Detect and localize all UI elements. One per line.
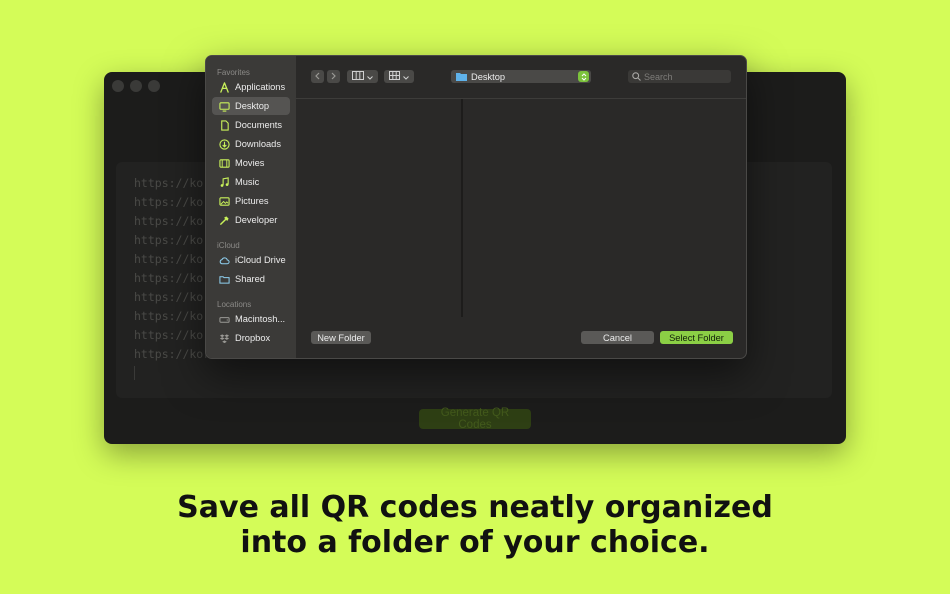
url-line: https://kor <box>134 347 211 361</box>
back-button[interactable] <box>311 70 324 83</box>
sidebar-item-label: Music <box>235 177 260 187</box>
updown-chevron-icon <box>578 71 589 82</box>
url-line: https://kor <box>134 176 211 190</box>
desktop-icon <box>217 99 231 113</box>
dialog-toolbar: Desktop <box>296 56 746 98</box>
document-icon <box>217 118 231 132</box>
sidebar-item-label: Desktop <box>235 101 270 111</box>
chevron-down-icon <box>403 72 409 82</box>
view-mode-button[interactable] <box>347 70 378 83</box>
columns-view-icon <box>352 71 364 82</box>
url-line: https://kor <box>134 195 211 209</box>
dialog-footer: New Folder Cancel Select Folder <box>296 316 746 358</box>
url-line: https://kor <box>134 233 211 247</box>
text-caret <box>134 366 135 380</box>
url-line: https://kor <box>134 214 211 228</box>
hammer-icon <box>217 213 231 227</box>
generate-qr-codes-button[interactable]: Generate QR Codes <box>419 407 531 431</box>
disk-icon <box>217 312 231 326</box>
chevron-right-icon <box>330 72 337 82</box>
sidebar-item-label: Documents <box>235 120 283 130</box>
sidebar-item-label: Movies <box>235 158 265 168</box>
search-icon <box>632 72 641 81</box>
dialog-sidebar: Favorites Applications Desktop Documents… <box>206 56 296 358</box>
sidebar-item-label: Pictures <box>235 196 269 206</box>
url-line: https://kor <box>134 252 211 266</box>
music-note-icon <box>217 175 231 189</box>
sidebar-item-label: Applications <box>235 82 286 92</box>
sidebar-item-label: Shared <box>235 274 265 284</box>
file-browser-columns[interactable] <box>296 98 746 317</box>
caption-line: into a folder of your choice. <box>240 525 710 560</box>
zoom-window-button[interactable] <box>148 80 160 92</box>
url-line: https://kor <box>134 271 211 285</box>
sidebar-item-label: Dropbox <box>235 333 271 343</box>
group-by-button[interactable] <box>384 70 414 83</box>
path-label: Desktop <box>471 71 506 82</box>
new-folder-button[interactable]: New Folder <box>311 331 371 344</box>
sidebar-item-movies[interactable]: Movies <box>212 154 290 172</box>
applications-icon <box>217 80 231 94</box>
path-dropdown[interactable]: Desktop <box>451 70 591 83</box>
sidebar-item-applications[interactable]: Applications <box>212 78 290 96</box>
locations-header: Locations <box>217 300 252 309</box>
url-line: https://kor <box>134 309 211 323</box>
sidebar-item-developer[interactable]: Developer <box>212 211 290 229</box>
select-folder-button[interactable]: Select Folder <box>660 331 733 344</box>
search-field[interactable] <box>628 70 731 83</box>
favorites-header: Favorites <box>217 68 250 77</box>
sidebar-item-desktop[interactable]: Desktop <box>212 97 290 115</box>
sidebar-item-label: Developer <box>235 215 278 225</box>
sidebar-item-pictures[interactable]: Pictures <box>212 192 290 210</box>
folder-icon <box>456 72 467 81</box>
url-line: https://kor <box>134 328 211 342</box>
sidebar-item-icloud-drive[interactable]: iCloud Drive <box>212 251 290 269</box>
grid-view-icon <box>389 71 400 82</box>
column-resize-handle[interactable] <box>461 99 463 317</box>
select-folder-dialog: Favorites Applications Desktop Documents… <box>205 55 747 359</box>
forward-button[interactable] <box>327 70 340 83</box>
sidebar-item-label: Macintosh... <box>235 314 286 324</box>
photo-icon <box>217 194 231 208</box>
close-window-button[interactable] <box>112 80 124 92</box>
sidebar-item-label: Downloads <box>235 139 281 149</box>
sidebar-item-downloads[interactable]: Downloads <box>212 135 290 153</box>
window-controls <box>112 80 160 92</box>
shared-folder-icon <box>217 272 231 286</box>
sidebar-item-label: iCloud Drive <box>235 255 286 265</box>
search-input[interactable] <box>644 71 724 82</box>
film-icon <box>217 156 231 170</box>
cancel-button[interactable]: Cancel <box>581 331 654 344</box>
icloud-header: iCloud <box>217 241 240 250</box>
cloud-icon <box>217 253 231 267</box>
url-line: https://kor <box>134 290 211 304</box>
sidebar-item-dropbox[interactable]: Dropbox <box>212 329 290 347</box>
chevron-down-icon <box>367 72 373 82</box>
minimize-window-button[interactable] <box>130 80 142 92</box>
sidebar-item-macintosh-hd[interactable]: Macintosh... <box>212 310 290 328</box>
sidebar-item-shared[interactable]: Shared <box>212 270 290 288</box>
chevron-left-icon <box>314 72 321 82</box>
marketing-caption: Save all QR codes neatly organized into … <box>0 490 950 560</box>
sidebar-item-music[interactable]: Music <box>212 173 290 191</box>
download-icon <box>217 137 231 151</box>
sidebar-item-documents[interactable]: Documents <box>212 116 290 134</box>
dropbox-icon <box>217 331 231 345</box>
caption-line: Save all QR codes neatly organized <box>177 490 773 525</box>
